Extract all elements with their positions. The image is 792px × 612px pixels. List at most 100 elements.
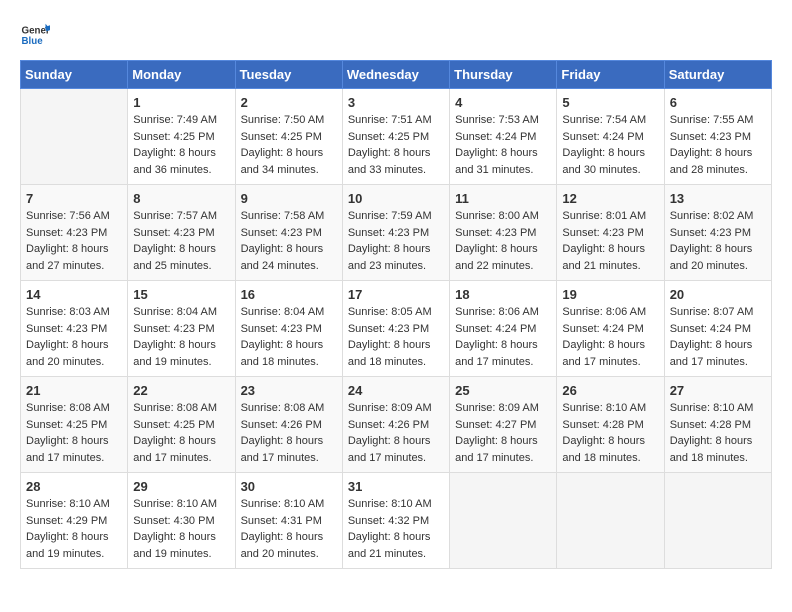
calendar-cell: [21, 89, 128, 185]
day-info: Sunrise: 8:06 AMSunset: 4:24 PMDaylight:…: [562, 304, 658, 370]
day-info: Sunrise: 8:09 AMSunset: 4:27 PMDaylight:…: [455, 400, 551, 466]
column-header-saturday: Saturday: [664, 61, 771, 89]
calendar-week-3: 14 Sunrise: 8:03 AMSunset: 4:23 PMDayligh…: [21, 281, 772, 377]
column-header-monday: Monday: [128, 61, 235, 89]
day-number: 19: [562, 287, 658, 302]
day-info: Sunrise: 8:08 AMSunset: 4:25 PMDaylight:…: [26, 400, 122, 466]
column-header-tuesday: Tuesday: [235, 61, 342, 89]
day-info: Sunrise: 7:49 AMSunset: 4:25 PMDaylight:…: [133, 112, 229, 178]
column-header-friday: Friday: [557, 61, 664, 89]
day-number: 2: [241, 95, 337, 110]
day-info: Sunrise: 8:00 AMSunset: 4:23 PMDaylight:…: [455, 208, 551, 274]
day-number: 26: [562, 383, 658, 398]
day-number: 11: [455, 191, 551, 206]
calendar-cell: 14 Sunrise: 8:03 AMSunset: 4:23 PMDayligh…: [21, 281, 128, 377]
calendar-cell: 30 Sunrise: 8:10 AMSunset: 4:31 PMDayligh…: [235, 473, 342, 569]
calendar-cell: 10Sunrise: 7:59 AMSunset: 4:23 PMDayligh…: [342, 185, 449, 281]
day-info: Sunrise: 8:03 AMSunset: 4:23 PMDaylight:…: [26, 304, 122, 370]
day-number: 4: [455, 95, 551, 110]
day-number: 25: [455, 383, 551, 398]
day-number: 23: [241, 383, 337, 398]
day-number: 29: [133, 479, 229, 494]
day-number: 22: [133, 383, 229, 398]
day-info: Sunrise: 8:02 AMSunset: 4:23 PMDaylight:…: [670, 208, 766, 274]
calendar-cell: 9 Sunrise: 7:58 AMSunset: 4:23 PMDaylight…: [235, 185, 342, 281]
day-info: Sunrise: 8:01 AMSunset: 4:23 PMDaylight:…: [562, 208, 658, 274]
day-number: 13: [670, 191, 766, 206]
day-info: Sunrise: 7:58 AMSunset: 4:23 PMDaylight:…: [241, 208, 337, 274]
day-info: Sunrise: 8:06 AMSunset: 4:24 PMDaylight:…: [455, 304, 551, 370]
calendar-cell: 11 Sunrise: 8:00 AMSunset: 4:23 PMDayligh…: [450, 185, 557, 281]
day-number: 27: [670, 383, 766, 398]
calendar-cell: 6 Sunrise: 7:55 AMSunset: 4:23 PMDaylight…: [664, 89, 771, 185]
calendar-cell: 26 Sunrise: 8:10 AMSunset: 4:28 PMDayligh…: [557, 377, 664, 473]
day-info: Sunrise: 8:10 AMSunset: 4:28 PMDaylight:…: [562, 400, 658, 466]
calendar-cell: [664, 473, 771, 569]
calendar-cell: 21Sunrise: 8:08 AMSunset: 4:25 PMDayligh…: [21, 377, 128, 473]
day-number: 14: [26, 287, 122, 302]
day-number: 17: [348, 287, 444, 302]
calendar-cell: 2 Sunrise: 7:50 AMSunset: 4:25 PMDaylight…: [235, 89, 342, 185]
calendar-cell: 7 Sunrise: 7:56 AMSunset: 4:23 PMDaylight…: [21, 185, 128, 281]
day-number: 3: [348, 95, 444, 110]
day-number: 31: [348, 479, 444, 494]
day-info: Sunrise: 7:56 AMSunset: 4:23 PMDaylight:…: [26, 208, 122, 274]
day-number: 12: [562, 191, 658, 206]
calendar-cell: 28 Sunrise: 8:10 AMSunset: 4:29 PMDayligh…: [21, 473, 128, 569]
day-info: Sunrise: 7:53 AMSunset: 4:24 PMDaylight:…: [455, 112, 551, 178]
day-number: 28: [26, 479, 122, 494]
calendar-cell: 18 Sunrise: 8:06 AMSunset: 4:24 PMDayligh…: [450, 281, 557, 377]
calendar-cell: 23 Sunrise: 8:08 AMSunset: 4:26 PMDayligh…: [235, 377, 342, 473]
day-number: 5: [562, 95, 658, 110]
calendar-cell: 20 Sunrise: 8:07 AMSunset: 4:24 PMDayligh…: [664, 281, 771, 377]
calendar-cell: [450, 473, 557, 569]
day-number: 18: [455, 287, 551, 302]
day-number: 6: [670, 95, 766, 110]
day-info: Sunrise: 7:59 AMSunset: 4:23 PMDaylight:…: [348, 208, 444, 274]
column-header-thursday: Thursday: [450, 61, 557, 89]
day-number: 15: [133, 287, 229, 302]
day-info: Sunrise: 8:07 AMSunset: 4:24 PMDaylight:…: [670, 304, 766, 370]
column-header-wednesday: Wednesday: [342, 61, 449, 89]
calendar-cell: 17 Sunrise: 8:05 AMSunset: 4:23 PMDayligh…: [342, 281, 449, 377]
day-number: 20: [670, 287, 766, 302]
calendar-cell: 25 Sunrise: 8:09 AMSunset: 4:27 PMDayligh…: [450, 377, 557, 473]
day-number: 1: [133, 95, 229, 110]
calendar-cell: 24 Sunrise: 8:09 AMSunset: 4:26 PMDayligh…: [342, 377, 449, 473]
calendar-cell: 13 Sunrise: 8:02 AMSunset: 4:23 PMDayligh…: [664, 185, 771, 281]
day-info: Sunrise: 7:51 AMSunset: 4:25 PMDaylight:…: [348, 112, 444, 178]
calendar-cell: 15Sunrise: 8:04 AMSunset: 4:23 PMDayligh…: [128, 281, 235, 377]
calendar-week-4: 21Sunrise: 8:08 AMSunset: 4:25 PMDayligh…: [21, 377, 772, 473]
calendar-cell: 27Sunrise: 8:10 AMSunset: 4:28 PMDayligh…: [664, 377, 771, 473]
calendar-cell: 8Sunrise: 7:57 AMSunset: 4:23 PMDaylight…: [128, 185, 235, 281]
calendar-cell: 31Sunrise: 8:10 AMSunset: 4:32 PMDayligh…: [342, 473, 449, 569]
day-number: 7: [26, 191, 122, 206]
calendar-table: SundayMondayTuesdayWednesdayThursdayFrid…: [20, 60, 772, 569]
calendar-header-row: SundayMondayTuesdayWednesdayThursdayFrid…: [21, 61, 772, 89]
calendar-cell: 12 Sunrise: 8:01 AMSunset: 4:23 PMDayligh…: [557, 185, 664, 281]
calendar-cell: 19 Sunrise: 8:06 AMSunset: 4:24 PMDayligh…: [557, 281, 664, 377]
page-header: General Blue: [20, 20, 772, 50]
day-number: 9: [241, 191, 337, 206]
calendar-week-5: 28 Sunrise: 8:10 AMSunset: 4:29 PMDayligh…: [21, 473, 772, 569]
day-info: Sunrise: 7:54 AMSunset: 4:24 PMDaylight:…: [562, 112, 658, 178]
calendar-cell: 4 Sunrise: 7:53 AMSunset: 4:24 PMDaylight…: [450, 89, 557, 185]
day-info: Sunrise: 7:55 AMSunset: 4:23 PMDaylight:…: [670, 112, 766, 178]
day-info: Sunrise: 7:50 AMSunset: 4:25 PMDaylight:…: [241, 112, 337, 178]
day-info: Sunrise: 8:10 AMSunset: 4:29 PMDaylight:…: [26, 496, 122, 562]
day-info: Sunrise: 8:04 AMSunset: 4:23 PMDaylight:…: [241, 304, 337, 370]
day-number: 30: [241, 479, 337, 494]
svg-text:Blue: Blue: [22, 36, 44, 47]
day-info: Sunrise: 8:08 AMSunset: 4:25 PMDaylight:…: [133, 400, 229, 466]
logo: General Blue: [20, 20, 54, 50]
day-info: Sunrise: 8:05 AMSunset: 4:23 PMDaylight:…: [348, 304, 444, 370]
column-header-sunday: Sunday: [21, 61, 128, 89]
day-info: Sunrise: 8:09 AMSunset: 4:26 PMDaylight:…: [348, 400, 444, 466]
day-info: Sunrise: 8:10 AMSunset: 4:31 PMDaylight:…: [241, 496, 337, 562]
day-number: 24: [348, 383, 444, 398]
calendar-cell: 29 Sunrise: 8:10 AMSunset: 4:30 PMDayligh…: [128, 473, 235, 569]
day-info: Sunrise: 8:10 AMSunset: 4:30 PMDaylight:…: [133, 496, 229, 562]
calendar-cell: 3 Sunrise: 7:51 AMSunset: 4:25 PMDaylight…: [342, 89, 449, 185]
day-info: Sunrise: 8:08 AMSunset: 4:26 PMDaylight:…: [241, 400, 337, 466]
day-number: 16: [241, 287, 337, 302]
